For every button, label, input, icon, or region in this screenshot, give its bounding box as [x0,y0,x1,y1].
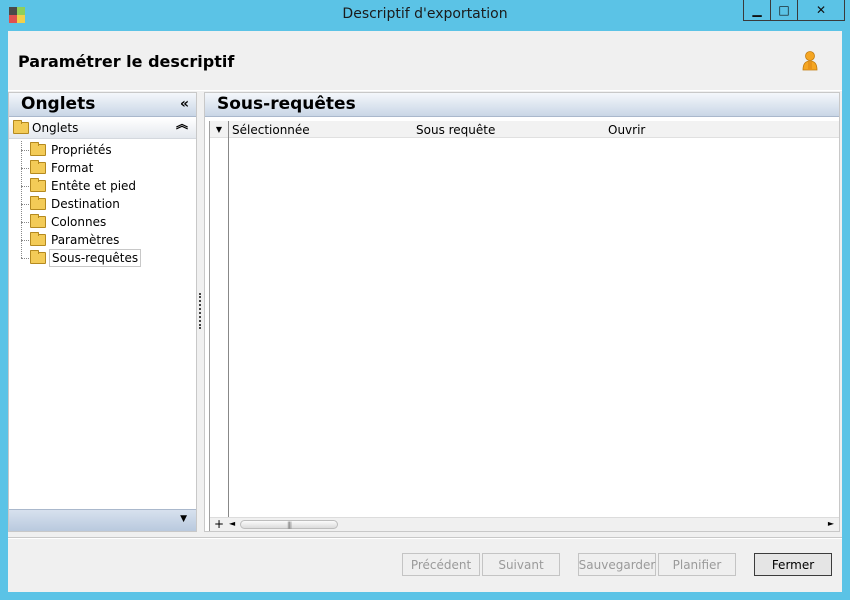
previous-button[interactable]: Précédent [402,553,480,576]
folder-icon [30,160,46,174]
title-bar[interactable]: Descriptif d'exportation ▁ □ ✕ [0,0,850,30]
previous-button-label: Précédent [410,557,472,572]
minimize-button[interactable]: ▁ [743,0,771,21]
next-button-label: Suivant [498,557,544,572]
open-folder-icon [30,250,46,264]
footer-divider [8,537,842,539]
window-title: Descriptif d'exportation [342,6,508,22]
tree-item-label: Sous-requêtes [49,249,142,267]
subqueries-panel-header: Sous-requêtes [205,93,839,117]
maximize-icon: □ [778,3,790,17]
subqueries-panel-title: Sous-requêtes [217,94,356,114]
collapse-panel-icon[interactable]: « [180,96,189,112]
tree-item-label: Format [51,161,94,175]
subqueries-grid[interactable]: ▼ Sélectionnée Sous requête Ouvrir + ◄ |… [209,121,839,531]
tree-item-label: Propriétés [51,143,112,157]
tabs-panel-title: Onglets [21,94,96,114]
grid-header: ▼ Sélectionnée Sous requête Ouvrir [210,121,839,138]
triangle-down-icon: ▼ [215,125,223,134]
tree-item-label: Paramètres [51,233,120,247]
header-divider [8,90,842,91]
tree-item-label: Colonnes [51,215,107,229]
column-header-sous-requete[interactable]: Sous requête [416,123,495,137]
splitter-handle[interactable] [199,293,201,329]
tree-item-label: Entête et pied [51,179,137,193]
maximize-button[interactable]: □ [770,0,798,21]
schedule-button-label: Planifier [672,557,722,572]
close-button-label: Fermer [771,557,815,572]
tabs-panel: Onglets « Onglets ︽ Propriétés Format En… [8,92,197,532]
header-band: Paramétrer le descriptif [8,31,842,89]
grid-bottom-bar: + ◄ ||| ► [210,517,839,531]
close-icon: ✕ [815,3,827,17]
page-title: Paramétrer le descriptif [18,52,235,71]
tabs-panel-footer[interactable]: ▼ [9,509,196,531]
column-header-selectionnee[interactable]: Sélectionnée [232,123,310,137]
add-row-icon[interactable]: + [214,517,224,531]
close-button[interactable]: Fermer [754,553,832,576]
scroll-right-icon[interactable]: ► [828,519,834,528]
close-window-button[interactable]: ✕ [797,0,845,21]
subqueries-panel: Sous-requêtes ▼ Sélectionnée Sous requêt… [204,92,840,532]
horizontal-scrollbar-thumb[interactable]: ||| [240,520,338,529]
next-button[interactable]: Suivant [482,553,560,576]
scroll-left-icon[interactable]: ◄ [229,519,235,528]
chevron-down-icon[interactable]: ▼ [180,514,187,524]
folder-icon [30,214,46,228]
folder-icon [30,178,46,192]
tabs-panel-header: Onglets « [9,93,196,117]
minimize-icon: ▁ [752,3,762,17]
client-area: Paramétrer le descriptif Onglets « Ongle… [8,31,842,592]
save-button[interactable]: Sauvegarder [578,553,656,576]
tree-item-label: Destination [51,197,120,211]
column-header-ouvrir[interactable]: Ouvrir [608,123,645,137]
folder-icon [30,142,46,156]
schedule-button[interactable]: Planifier [658,553,736,576]
folder-icon [13,120,29,134]
folder-icon [30,232,46,246]
grip-icon: ||| [287,521,292,529]
tabs-group-header[interactable]: Onglets ︽ [9,118,196,139]
folder-icon [30,196,46,210]
export-descriptor-window: Descriptif d'exportation ▁ □ ✕ Paramétre… [0,0,850,600]
save-button-label: Sauvegarder [578,557,656,572]
user-icon[interactable] [800,50,820,72]
tabs-group-label: Onglets [32,121,79,135]
chevron-double-up-icon[interactable]: ︽ [176,118,188,130]
grid-corner-dropdown[interactable]: ▼ [210,121,228,138]
